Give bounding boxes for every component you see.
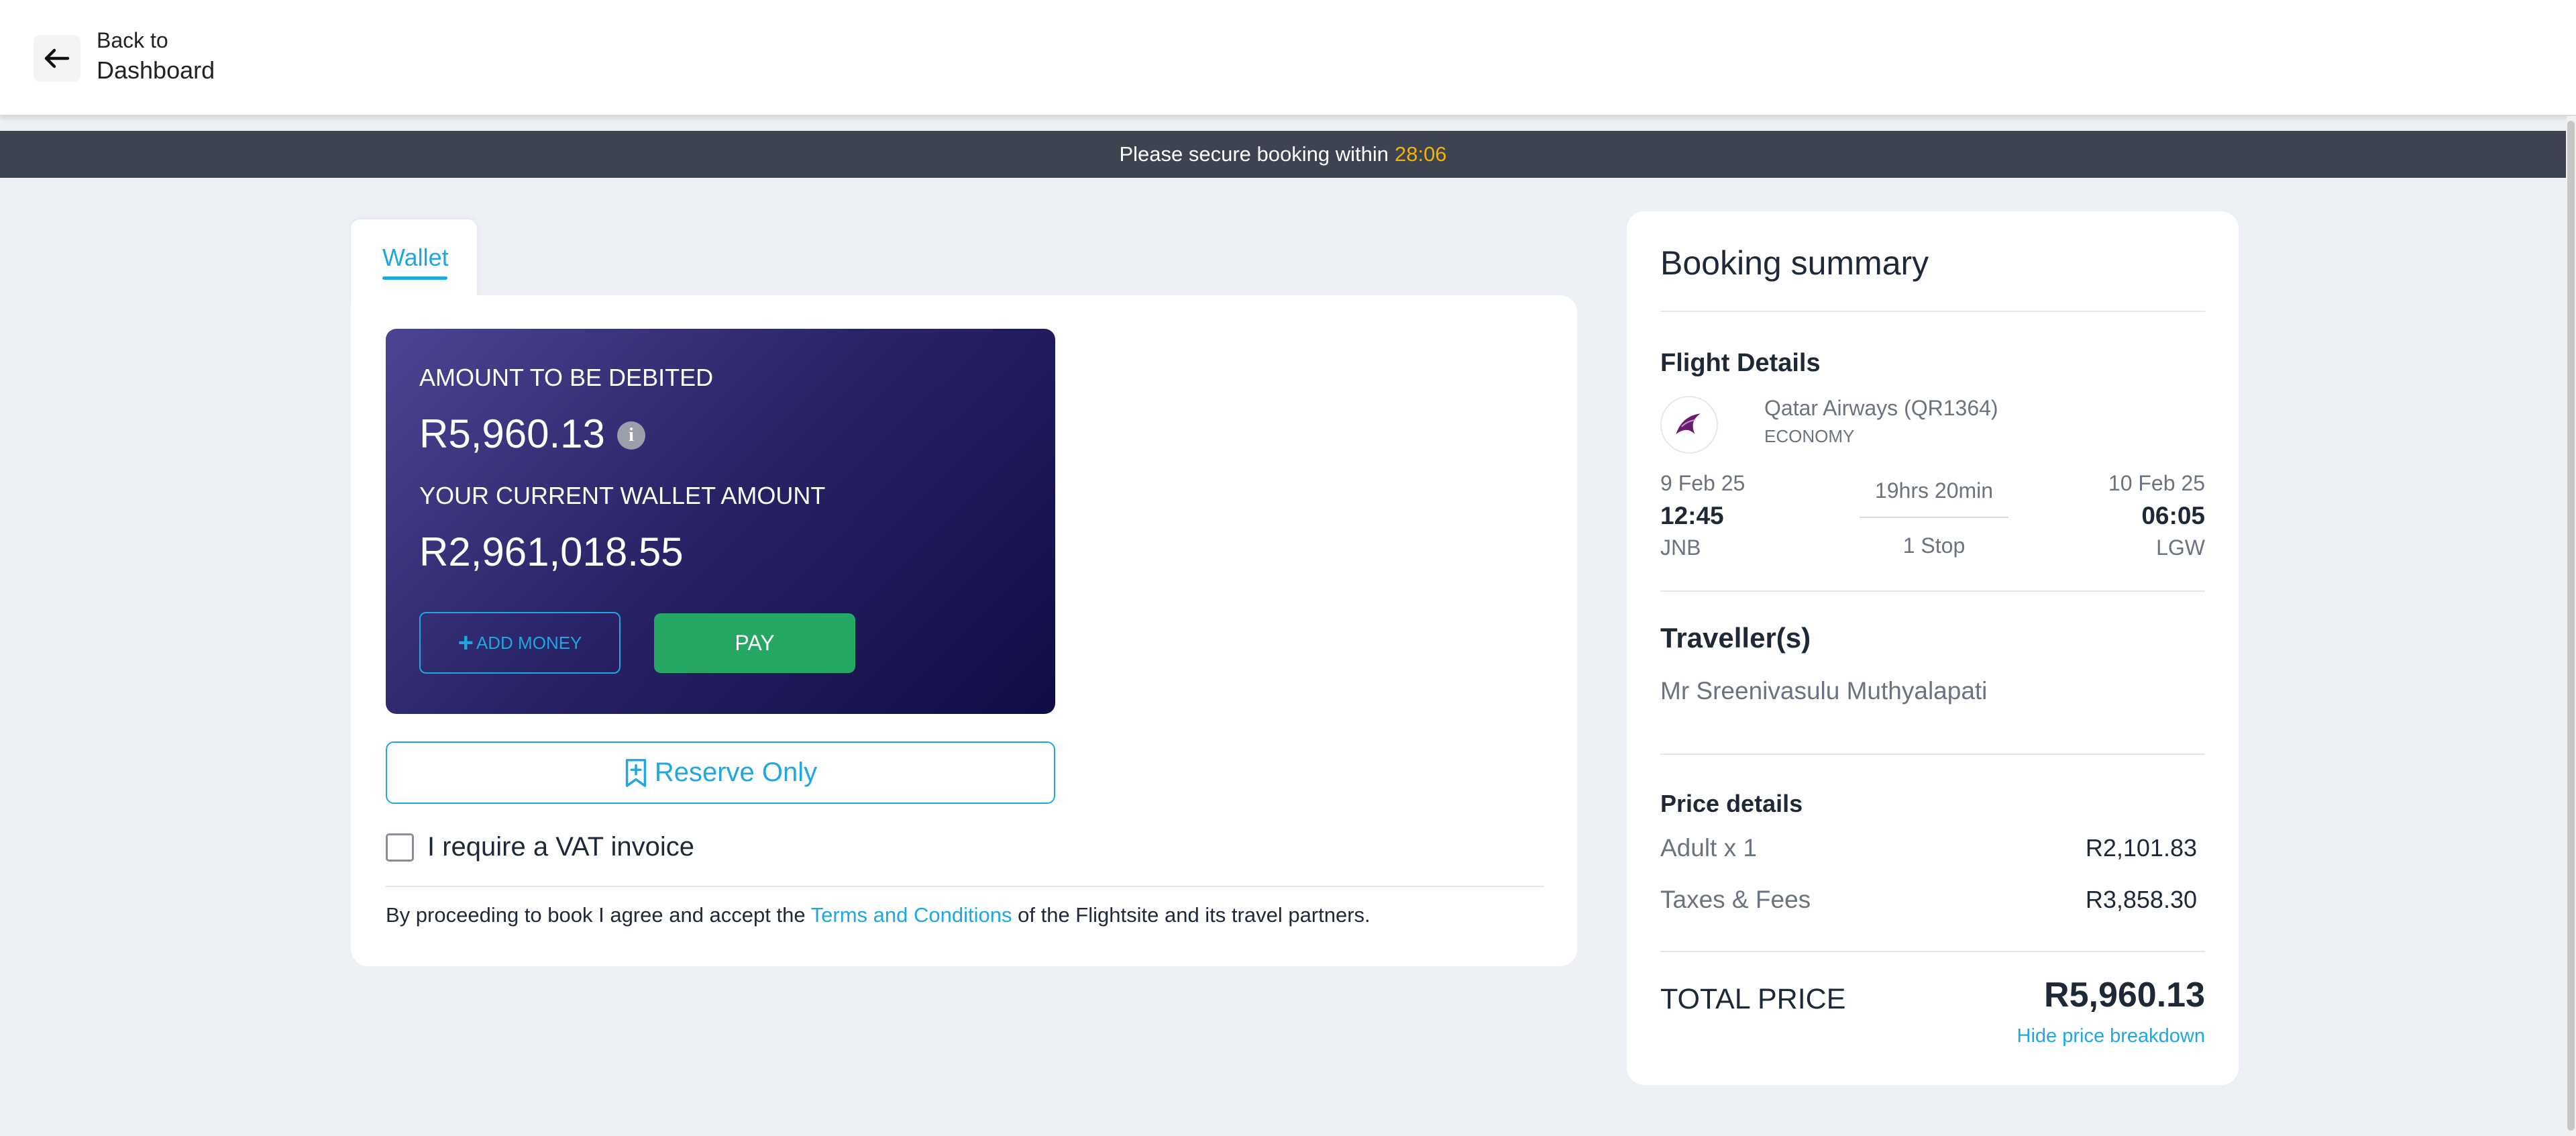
reserve-only-button[interactable]: Reserve Only	[386, 741, 1055, 804]
divider	[386, 886, 1544, 887]
back-button[interactable]	[34, 35, 80, 82]
cabin-class: ECONOMY	[1764, 426, 1855, 446]
scrollbar-thumb[interactable]	[2567, 121, 2575, 1131]
info-icon[interactable]: i	[617, 421, 645, 450]
add-money-label: ADD MONEY	[476, 632, 582, 653]
bookmark-plus-icon	[625, 758, 646, 787]
booking-summary-title: Booking summary	[1660, 244, 1929, 282]
wallet-card: AMOUNT TO BE DEBITED R5,960.13 i YOUR CU…	[386, 329, 1055, 714]
vat-invoice-row: I require a VAT invoice	[386, 832, 694, 862]
timer-message: Please secure booking within	[1119, 142, 1389, 166]
flight-details-heading: Flight Details	[1660, 349, 1821, 377]
plus-icon: +	[458, 628, 474, 658]
arrow-left-icon	[44, 48, 70, 68]
payment-panel: AMOUNT TO BE DEBITED R5,960.13 i YOUR CU…	[351, 295, 1577, 966]
pay-button[interactable]: PAY	[654, 613, 855, 673]
amount-debited-label: AMOUNT TO BE DEBITED	[419, 364, 714, 391]
tab-wallet-label: Wallet	[382, 244, 449, 271]
flight-duration: 19hrs 20min	[1874, 478, 1994, 503]
total-price-label: TOTAL PRICE	[1660, 983, 1846, 1015]
tab-wallet[interactable]: Wallet	[351, 219, 477, 303]
terms-suffix: of the Flightsite and its travel partner…	[1018, 903, 1371, 927]
arrive-time: 06:05	[2141, 502, 2205, 529]
total-price-value: R5,960.13	[2044, 976, 2205, 1015]
depart-airport: JNB	[1660, 535, 1701, 560]
wallet-amount-value: R2,961,018.55	[419, 529, 684, 574]
price-details-heading: Price details	[1660, 790, 1803, 817]
add-money-button[interactable]: + ADD MONEY	[419, 612, 621, 674]
hide-price-breakdown-link[interactable]: Hide price breakdown	[2017, 1025, 2205, 1047]
tab-active-indicator	[382, 276, 447, 280]
traveller-name: Mr Sreenivasulu Muthyalapati	[1660, 677, 1988, 705]
terms-text: By proceeding to book I agree and accept…	[386, 903, 1371, 927]
arrive-date: 10 Feb 25	[2108, 471, 2205, 495]
vat-invoice-checkbox[interactable]	[386, 833, 414, 862]
depart-time: 12:45	[1660, 502, 1724, 529]
price-row-value: R2,101.83	[2085, 834, 2197, 862]
depart-date: 9 Feb 25	[1660, 471, 1746, 495]
price-row-label: Taxes & Fees	[1660, 886, 1811, 913]
divider	[1660, 311, 2205, 312]
booking-timer-bar: Please secure booking within 28:06	[0, 131, 2566, 178]
price-row-value: R3,858.30	[2085, 886, 2197, 913]
vat-invoice-label[interactable]: I require a VAT invoice	[427, 832, 694, 862]
duration-line	[1860, 517, 2008, 518]
airline-name: Qatar Airways (QR1364)	[1764, 396, 1998, 420]
airline-logo	[1660, 396, 1718, 454]
travellers-heading: Traveller(s)	[1660, 622, 1811, 654]
terms-prefix: By proceeding to book I agree and accept…	[386, 903, 806, 927]
back-link[interactable]: Back to Dashboard	[97, 27, 215, 87]
reserve-only-label: Reserve Only	[654, 758, 818, 787]
divider	[1660, 951, 2205, 952]
divider	[1660, 754, 2205, 755]
terms-link[interactable]: Terms and Conditions	[811, 903, 1012, 927]
price-row-label: Adult x 1	[1660, 834, 1757, 862]
back-to-label: Back to	[97, 28, 168, 52]
arrive-airport: LGW	[2156, 535, 2205, 560]
booking-summary: Booking summary Flight Details Qatar Air…	[1627, 211, 2239, 1085]
dashboard-label: Dashboard	[97, 56, 215, 84]
qatar-airways-logo	[1676, 413, 1701, 434]
wallet-amount-label: YOUR CURRENT WALLET AMOUNT	[419, 482, 826, 509]
flight-stops: 1 Stop	[1902, 533, 1966, 558]
divider	[1660, 590, 2205, 592]
top-bar: Back to Dashboard	[0, 0, 2576, 116]
timer-countdown: 28:06	[1394, 142, 1447, 166]
amount-debited-value: R5,960.13	[419, 411, 605, 456]
